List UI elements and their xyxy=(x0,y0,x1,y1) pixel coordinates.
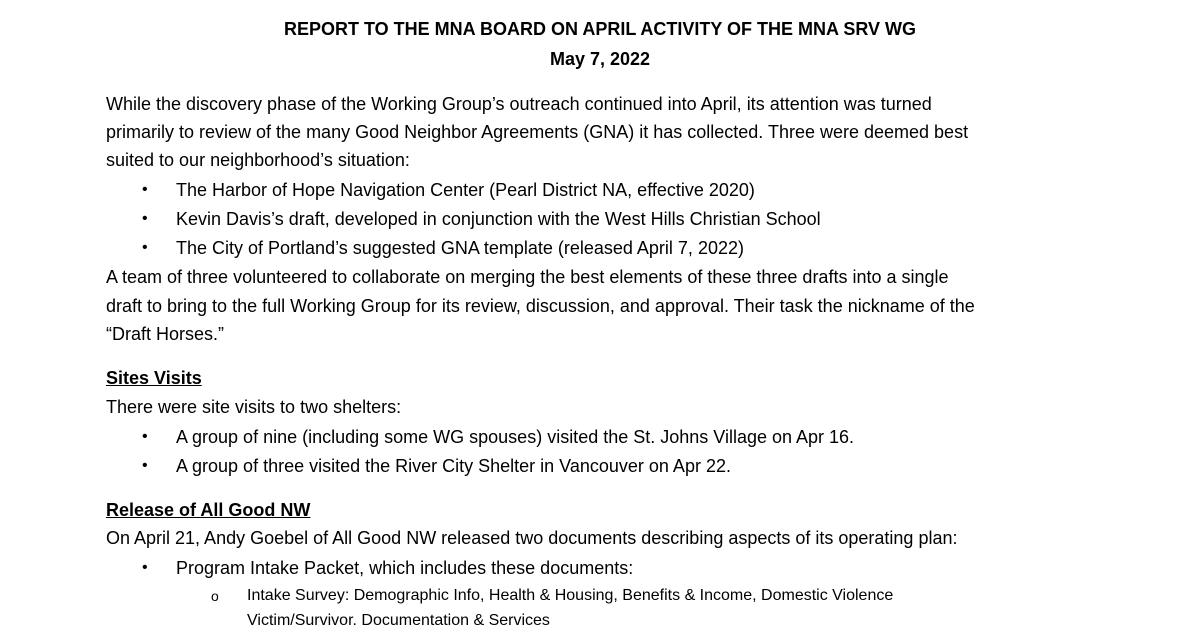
bullet-marker: • xyxy=(142,457,148,474)
list-item: The City of Portland’s suggested GNA tem… xyxy=(176,238,744,258)
intro-line: While the discovery phase of the Working… xyxy=(106,94,932,114)
paragraph-line: A team of three volunteered to collabora… xyxy=(106,267,949,287)
bullet-marker: • xyxy=(142,559,148,576)
document-page: REPORT TO THE MNA BOARD ON APRIL ACTIVIT… xyxy=(0,0,1200,630)
sub-list-item: Intake Survey: Demographic Info, Health … xyxy=(247,587,894,604)
list-item: The Harbor of Hope Navigation Center (Pe… xyxy=(176,180,755,200)
intro-line: suited to our neighborhood’s situation: xyxy=(106,150,410,170)
paragraph-line: draft to bring to the full Working Group… xyxy=(106,296,975,316)
sub-list-item-continuation: Victim/Survivor. Documentation & Service… xyxy=(247,612,550,629)
section-heading-site-visits: Sites Visits xyxy=(106,368,202,388)
list-item: Kevin Davis’s draft, developed in conjun… xyxy=(176,209,821,229)
intro-line: primarily to review of the many Good Nei… xyxy=(106,122,969,142)
section-heading-release: Release of All Good NW xyxy=(106,500,311,520)
sub-bullet-marker: o xyxy=(211,588,219,604)
bullet-marker: • xyxy=(142,210,148,227)
report-title: REPORT TO THE MNA BOARD ON APRIL ACTIVIT… xyxy=(283,19,917,39)
bullet-marker: • xyxy=(142,181,148,198)
report-date: May 7, 2022 xyxy=(549,49,651,69)
section-intro: There were site visits to two shelters: xyxy=(106,397,402,417)
section-intro: On April 21, Andy Goebel of All Good NW … xyxy=(106,528,958,548)
list-item: Program Intake Packet, which includes th… xyxy=(176,558,634,578)
bullet-marker: • xyxy=(142,239,148,256)
paragraph-line: “Draft Horses.” xyxy=(106,324,225,344)
list-item: A group of three visited the River City … xyxy=(176,456,731,476)
list-item: A group of nine (including some WG spous… xyxy=(176,427,855,447)
bullet-marker: • xyxy=(142,428,148,445)
